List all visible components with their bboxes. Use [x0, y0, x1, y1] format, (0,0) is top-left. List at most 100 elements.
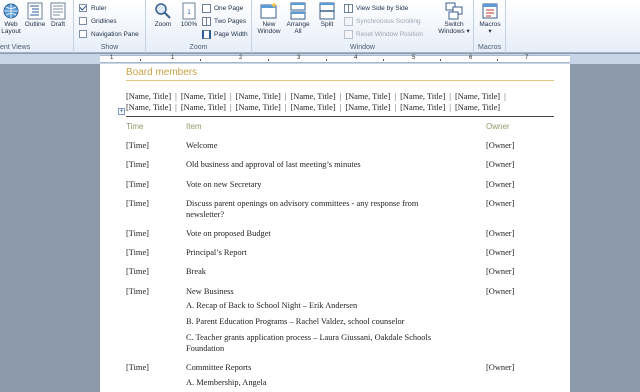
page-width-label: Page Width	[214, 31, 248, 38]
synchronous-scrolling-label: Synchronous Scrolling	[356, 18, 421, 25]
row-time: [Time]	[126, 180, 149, 189]
draft-label: Draft	[50, 21, 66, 28]
reset-window-position-button[interactable]: Reset Window Position	[344, 30, 423, 39]
group-window: New Window Arrange All Split View Side b…	[252, 0, 474, 53]
one-page-label: One Page	[214, 5, 244, 12]
member-name: [Name, Title]	[126, 92, 172, 101]
new-window-button[interactable]: New Window	[254, 2, 284, 35]
row-item: Vote on proposed Budget	[186, 229, 271, 238]
row-item: Committee Reports	[186, 363, 252, 372]
table-top-border	[126, 116, 554, 117]
ruler-number: 5	[412, 55, 416, 61]
ruler-tick	[140, 59, 141, 61]
document-page[interactable]: Board members [Name, Title] | [Name, Title…	[100, 64, 570, 392]
one-page-button[interactable]: One Page	[202, 4, 243, 13]
row-owner: [Owner]	[486, 287, 515, 296]
member-name: [Name, Title]	[126, 103, 172, 112]
row-item: New Business	[186, 287, 234, 296]
zoom-group-label: Zoom	[189, 44, 208, 51]
view-side-by-side-label: View Side by Side	[356, 5, 409, 12]
row-owner: [Owner]	[486, 199, 515, 208]
board-members-list: [Name, Title] | [Name, Title] | [Name, Title…	[126, 91, 536, 113]
one-page-icon	[202, 4, 211, 13]
window-group-label: Window	[350, 44, 375, 51]
zoom-label: Zoom	[154, 21, 172, 28]
ruler-scale[interactable]: 1 1 2 3 4 5 6 7	[100, 55, 570, 63]
member-name: [Name, Title]	[345, 92, 391, 101]
group-show: Ruler Gridlines Navigation Pane Show	[74, 0, 146, 53]
split-button[interactable]: Split	[312, 2, 342, 28]
page-100-icon: 1	[182, 2, 196, 20]
switch-windows-button[interactable]: Switch Windows ▾	[436, 2, 472, 35]
board-members-heading: Board members	[126, 67, 198, 78]
split-label: Split	[320, 21, 334, 28]
two-pages-button[interactable]: Two Pages	[202, 17, 246, 26]
ruler-number: 6	[469, 55, 473, 61]
new-window-label: New Window	[257, 21, 281, 35]
committee-subitem: A. Membership, Angela	[186, 378, 267, 387]
web-layout-label: Web Layout	[1, 21, 21, 35]
new-business-subitem: A. Recap of Back to School Night – Erik …	[186, 301, 358, 310]
synchronous-scrolling-button[interactable]: Synchronous Scrolling	[344, 17, 421, 26]
row-item: Discuss parent openings on advisory comm…	[186, 199, 419, 219]
svg-text:1: 1	[187, 9, 191, 16]
reset-window-icon	[344, 30, 353, 39]
group-document-views: Web Layout Outline Draft ent Views	[0, 0, 74, 53]
gridlines-check[interactable]	[79, 17, 87, 25]
ruler-number: 1	[110, 55, 114, 61]
switch-windows-label: Switch Windows ▾	[438, 21, 470, 35]
reset-window-position-label: Reset Window Position	[356, 31, 423, 38]
ribbon: Web Layout Outline Draft ent Views Ruler…	[0, 0, 640, 53]
macros-group-label: Macros	[478, 44, 501, 51]
row-item: Welcome	[186, 141, 218, 150]
gridlines-label: Gridlines	[91, 17, 117, 25]
row-time: [Time]	[126, 287, 149, 296]
ruler-number: 4	[354, 55, 358, 61]
arrange-all-icon	[290, 2, 306, 20]
workspace-background	[570, 64, 640, 392]
draft-button[interactable]: Draft	[43, 2, 73, 28]
row-owner: [Owner]	[486, 141, 515, 150]
ruler-number: 3	[297, 55, 301, 61]
arrange-all-button[interactable]: Arrange All	[283, 2, 313, 35]
zoom-100-button[interactable]: 1 100%	[174, 2, 204, 28]
ruler-tick	[497, 59, 498, 61]
view-side-by-side-button[interactable]: View Side by Side	[344, 4, 408, 13]
row-owner: [Owner]	[486, 363, 515, 372]
group-zoom: Zoom 1 100% One Page Two Pages Page Widt…	[146, 0, 252, 53]
member-name: [Name, Title]	[454, 92, 501, 101]
zoom-100-label: 100%	[180, 21, 198, 28]
new-business-subitem: B. Parent Education Programs – Rachel Va…	[186, 317, 405, 326]
ruler-label: Ruler	[91, 4, 107, 12]
page-width-button[interactable]: Page Width	[202, 30, 248, 39]
ruler-number: 1	[171, 55, 175, 61]
row-owner: [Owner]	[486, 229, 515, 238]
group-macros: Macros ▾ Macros	[474, 0, 506, 53]
navigation-pane-check[interactable]	[79, 30, 87, 38]
member-name: [Name, Title]	[290, 103, 336, 112]
ruler-checkbox[interactable]: Ruler	[79, 4, 107, 12]
names-line-1: [Name, Title] | [Name, Title] | [Name, Title…	[126, 92, 506, 101]
table-move-handle[interactable]: +	[118, 108, 125, 115]
ruler-tick	[440, 59, 441, 61]
names-line-2: [Name, Title] | [Name, Title] | [Name, Title…	[126, 103, 501, 112]
two-pages-label: Two Pages	[214, 18, 247, 25]
row-time: [Time]	[126, 199, 149, 208]
header-time: Time	[126, 122, 144, 131]
member-name: [Name, Title]	[180, 103, 226, 112]
ruler-tick	[268, 59, 269, 61]
gridlines-checkbox[interactable]: Gridlines	[79, 17, 117, 25]
ruler-number: 7	[525, 55, 529, 61]
ruler-check[interactable]	[79, 4, 87, 12]
row-time: [Time]	[126, 248, 149, 257]
member-name: [Name, Title]	[345, 103, 391, 112]
row-time: [Time]	[126, 363, 149, 372]
row-owner: [Owner]	[486, 180, 515, 189]
new-window-icon	[260, 2, 277, 19]
navigation-pane-checkbox[interactable]: Navigation Pane	[79, 30, 139, 38]
sync-scroll-icon	[344, 17, 353, 26]
switch-windows-icon	[445, 2, 463, 20]
horizontal-ruler[interactable]: 1 1 2 3 4 5 6 7	[0, 54, 640, 64]
member-name: [Name, Title]	[290, 92, 336, 101]
macros-button[interactable]: Macros ▾	[475, 2, 505, 35]
